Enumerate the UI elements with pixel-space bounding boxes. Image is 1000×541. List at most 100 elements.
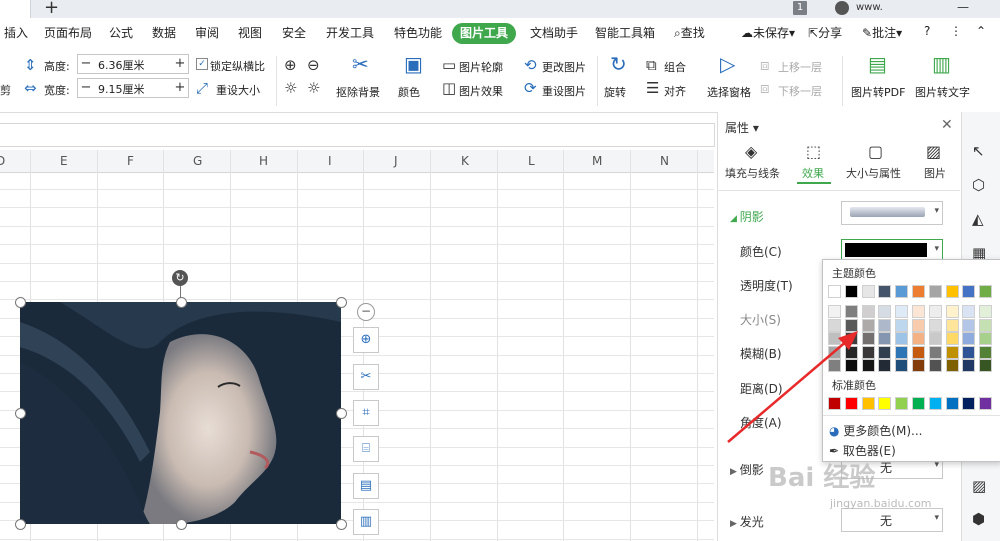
picture-effects-button[interactable]: 图片效果 (459, 83, 503, 99)
theme-shade-swatch[interactable] (878, 332, 892, 345)
style-icon[interactable]: ◭ (972, 210, 984, 228)
theme-shade-swatch[interactable] (844, 305, 858, 318)
crop-quick-icon[interactable]: ⌗ (353, 400, 379, 426)
more-colors-item[interactable]: ◕ 更多颜色(M)... (829, 422, 922, 439)
standard-color-swatch[interactable] (962, 397, 976, 410)
ocr-quick-icon[interactable]: ⌸ (353, 436, 379, 462)
theme-shade-swatch[interactable] (895, 318, 909, 332)
column-header-e[interactable]: E (60, 154, 68, 168)
resize-handle-bottom[interactable] (176, 519, 187, 530)
menu-smart-toolbox[interactable]: 智能工具箱 (595, 24, 655, 41)
theme-shade-swatch[interactable] (844, 359, 858, 372)
theme-shade-swatch[interactable] (928, 345, 942, 359)
tab-fill-line[interactable]: 填充与线条 (725, 165, 780, 181)
align-button[interactable]: 对齐 (664, 83, 686, 99)
theme-shade-swatch[interactable] (945, 318, 959, 332)
theme-shade-swatch[interactable] (861, 305, 875, 318)
brightness-up-icon[interactable]: ☼ (284, 81, 297, 96)
bring-forward-button[interactable]: 上移一层 (778, 59, 822, 75)
column-header-f[interactable]: F (127, 154, 134, 168)
column-header-g[interactable]: G (193, 154, 202, 168)
text-quick-icon[interactable]: ▥ (353, 509, 379, 535)
theme-shade-swatch[interactable] (979, 318, 993, 332)
standard-color-swatch[interactable] (878, 397, 892, 410)
theme-shade-swatch[interactable] (912, 318, 925, 332)
reset-picture-button[interactable]: 重设图片 (542, 83, 586, 99)
resize-handle-bottom-right[interactable] (336, 519, 347, 530)
new-tab-icon[interactable]: + (44, 0, 59, 18)
column-header-l[interactable]: L (528, 154, 535, 168)
theme-shade-swatch[interactable] (979, 305, 993, 318)
resize-handle-bottom-left[interactable] (15, 519, 26, 530)
tab-effects[interactable]: 效果 (802, 165, 824, 181)
share-button[interactable]: ⇱分享 (808, 24, 842, 41)
menu-review[interactable]: 审阅 (195, 24, 219, 41)
column-header-i[interactable]: I (328, 154, 332, 168)
theme-shade-swatch[interactable] (945, 305, 959, 318)
theme-shade-swatch[interactable] (962, 345, 976, 359)
select-pane-button[interactable]: 选择窗格 (707, 84, 751, 100)
settings-icon[interactable]: ⬢ (972, 510, 985, 528)
image-icon[interactable]: ▨ (972, 477, 986, 495)
theme-color-swatch[interactable] (928, 285, 942, 298)
theme-color-swatch[interactable] (844, 285, 858, 298)
theme-shade-swatch[interactable] (912, 305, 925, 318)
standard-color-swatch[interactable] (895, 397, 909, 410)
menu-formula[interactable]: 公式 (109, 24, 133, 41)
minimize-icon[interactable]: — (957, 0, 969, 14)
theme-shade-swatch[interactable] (945, 359, 959, 372)
picture-to-pdf-button[interactable]: 图片转PDF (851, 84, 905, 100)
theme-color-swatch[interactable] (828, 285, 841, 298)
column-header-h[interactable]: H (259, 154, 268, 168)
theme-shade-swatch[interactable] (878, 305, 892, 318)
theme-shade-swatch[interactable] (928, 359, 942, 372)
menu-security[interactable]: 安全 (282, 24, 306, 41)
rotate-button[interactable]: 旋转 (604, 84, 626, 100)
standard-color-swatch[interactable] (844, 397, 858, 410)
menu-insert[interactable]: 插入 (4, 24, 28, 41)
menu-page-layout[interactable]: 页面布局 (44, 24, 92, 41)
column-header-n[interactable]: N (660, 154, 669, 168)
tab-picture[interactable]: 图片 (924, 165, 946, 181)
theme-shade-swatch[interactable] (828, 305, 841, 318)
standard-color-swatch[interactable] (828, 397, 841, 410)
brightness-down-icon[interactable]: ☼ (307, 81, 320, 96)
menu-data[interactable]: 数据 (152, 24, 176, 41)
theme-shade-swatch[interactable] (878, 345, 892, 359)
selected-picture[interactable] (20, 302, 341, 524)
close-icon[interactable]: ✕ (941, 117, 953, 133)
height-decrease-button[interactable]: − (78, 55, 94, 73)
theme-shade-swatch[interactable] (962, 332, 976, 345)
theme-color-swatch[interactable] (979, 285, 993, 298)
column-header-m[interactable]: M (592, 154, 602, 168)
height-value[interactable]: 6.36厘米 (98, 57, 145, 73)
theme-shade-swatch[interactable] (912, 332, 925, 345)
picture-outline-button[interactable]: 图片轮廓 (459, 59, 503, 75)
standard-color-swatch[interactable] (979, 397, 993, 410)
width-decrease-button[interactable]: − (78, 79, 94, 97)
theme-shade-swatch[interactable] (945, 332, 959, 345)
menu-picture-tools[interactable]: 图片工具 (452, 23, 516, 44)
reset-size-button[interactable]: 重设大小 (216, 82, 260, 98)
menu-view[interactable]: 视图 (238, 24, 262, 41)
resize-handle-top-left[interactable] (15, 297, 26, 308)
theme-shade-swatch[interactable] (928, 318, 942, 332)
reflection-section-toggle[interactable]: ▶ 倒影 (730, 461, 764, 478)
theme-shade-swatch[interactable] (828, 359, 841, 372)
theme-shade-swatch[interactable] (828, 345, 841, 359)
lock-ratio-label[interactable]: 锁定纵横比 (210, 58, 265, 74)
theme-shade-swatch[interactable] (912, 345, 925, 359)
theme-color-swatch[interactable] (945, 285, 959, 298)
resize-handle-left[interactable] (15, 408, 26, 419)
glow-dropdown[interactable]: 无 ▾ (841, 508, 943, 532)
width-value[interactable]: 9.15厘米 (98, 81, 145, 97)
theme-shade-swatch[interactable] (928, 332, 942, 345)
rotate-handle-icon[interactable]: ↻ (172, 270, 188, 286)
standard-color-swatch[interactable] (928, 397, 942, 410)
column-header-k[interactable]: K (461, 154, 469, 168)
theme-shade-swatch[interactable] (878, 359, 892, 372)
document-tab[interactable] (0, 0, 31, 18)
select-cursor-icon[interactable]: ↖ (972, 142, 985, 160)
standard-color-swatch[interactable] (945, 397, 959, 410)
column-header-j[interactable]: J (394, 154, 398, 168)
